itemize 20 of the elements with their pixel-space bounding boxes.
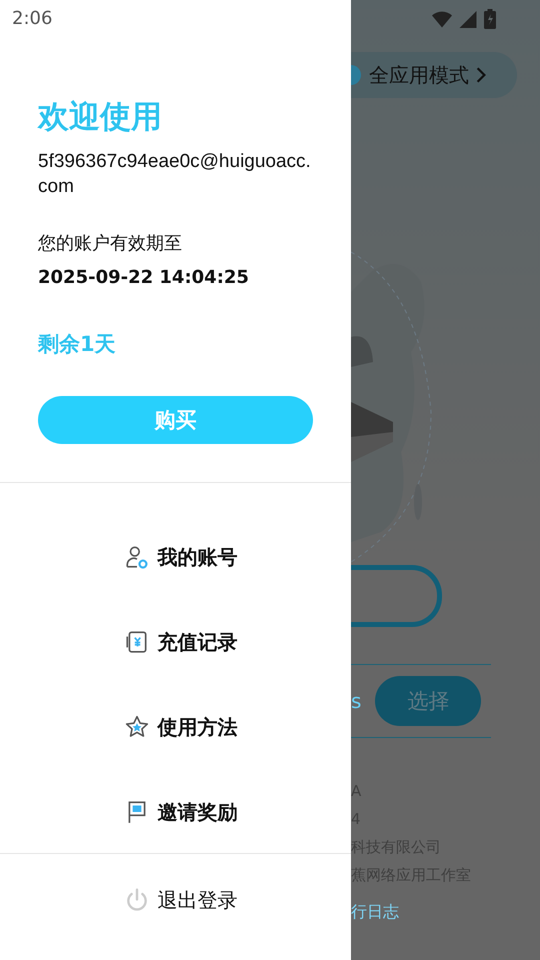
wifi-icon [432, 10, 452, 28]
menu-item[interactable]: 邀请奖励 [124, 797, 238, 827]
expiry-date: 2025-09-22 14:04:25 [38, 267, 249, 288]
partial-label: s [351, 689, 362, 713]
signal-icon [458, 10, 478, 28]
status-time: 2:06 [11, 7, 52, 29]
star-icon [124, 714, 150, 740]
logout-item[interactable]: 退出登录 [124, 885, 238, 915]
user-gear-icon [124, 544, 150, 570]
menu-item[interactable]: 充值记录 [124, 627, 238, 657]
remaining-days: 剩余1天 [38, 330, 116, 358]
menu-item[interactable]: 使用方法 [124, 712, 238, 742]
welcome-title: 欢迎使用 [38, 98, 162, 137]
yen-note-icon [124, 629, 150, 655]
account-email: 5f396367c94eae0c@huiguoacc.com [38, 150, 312, 199]
log-link[interactable]: 行日志 [351, 902, 399, 923]
chevron-icon [475, 66, 487, 84]
battery-icon [484, 9, 496, 29]
validity-label: 您的账户有效期至 [38, 232, 182, 255]
menu-item[interactable]: 我的账号 [124, 542, 238, 572]
